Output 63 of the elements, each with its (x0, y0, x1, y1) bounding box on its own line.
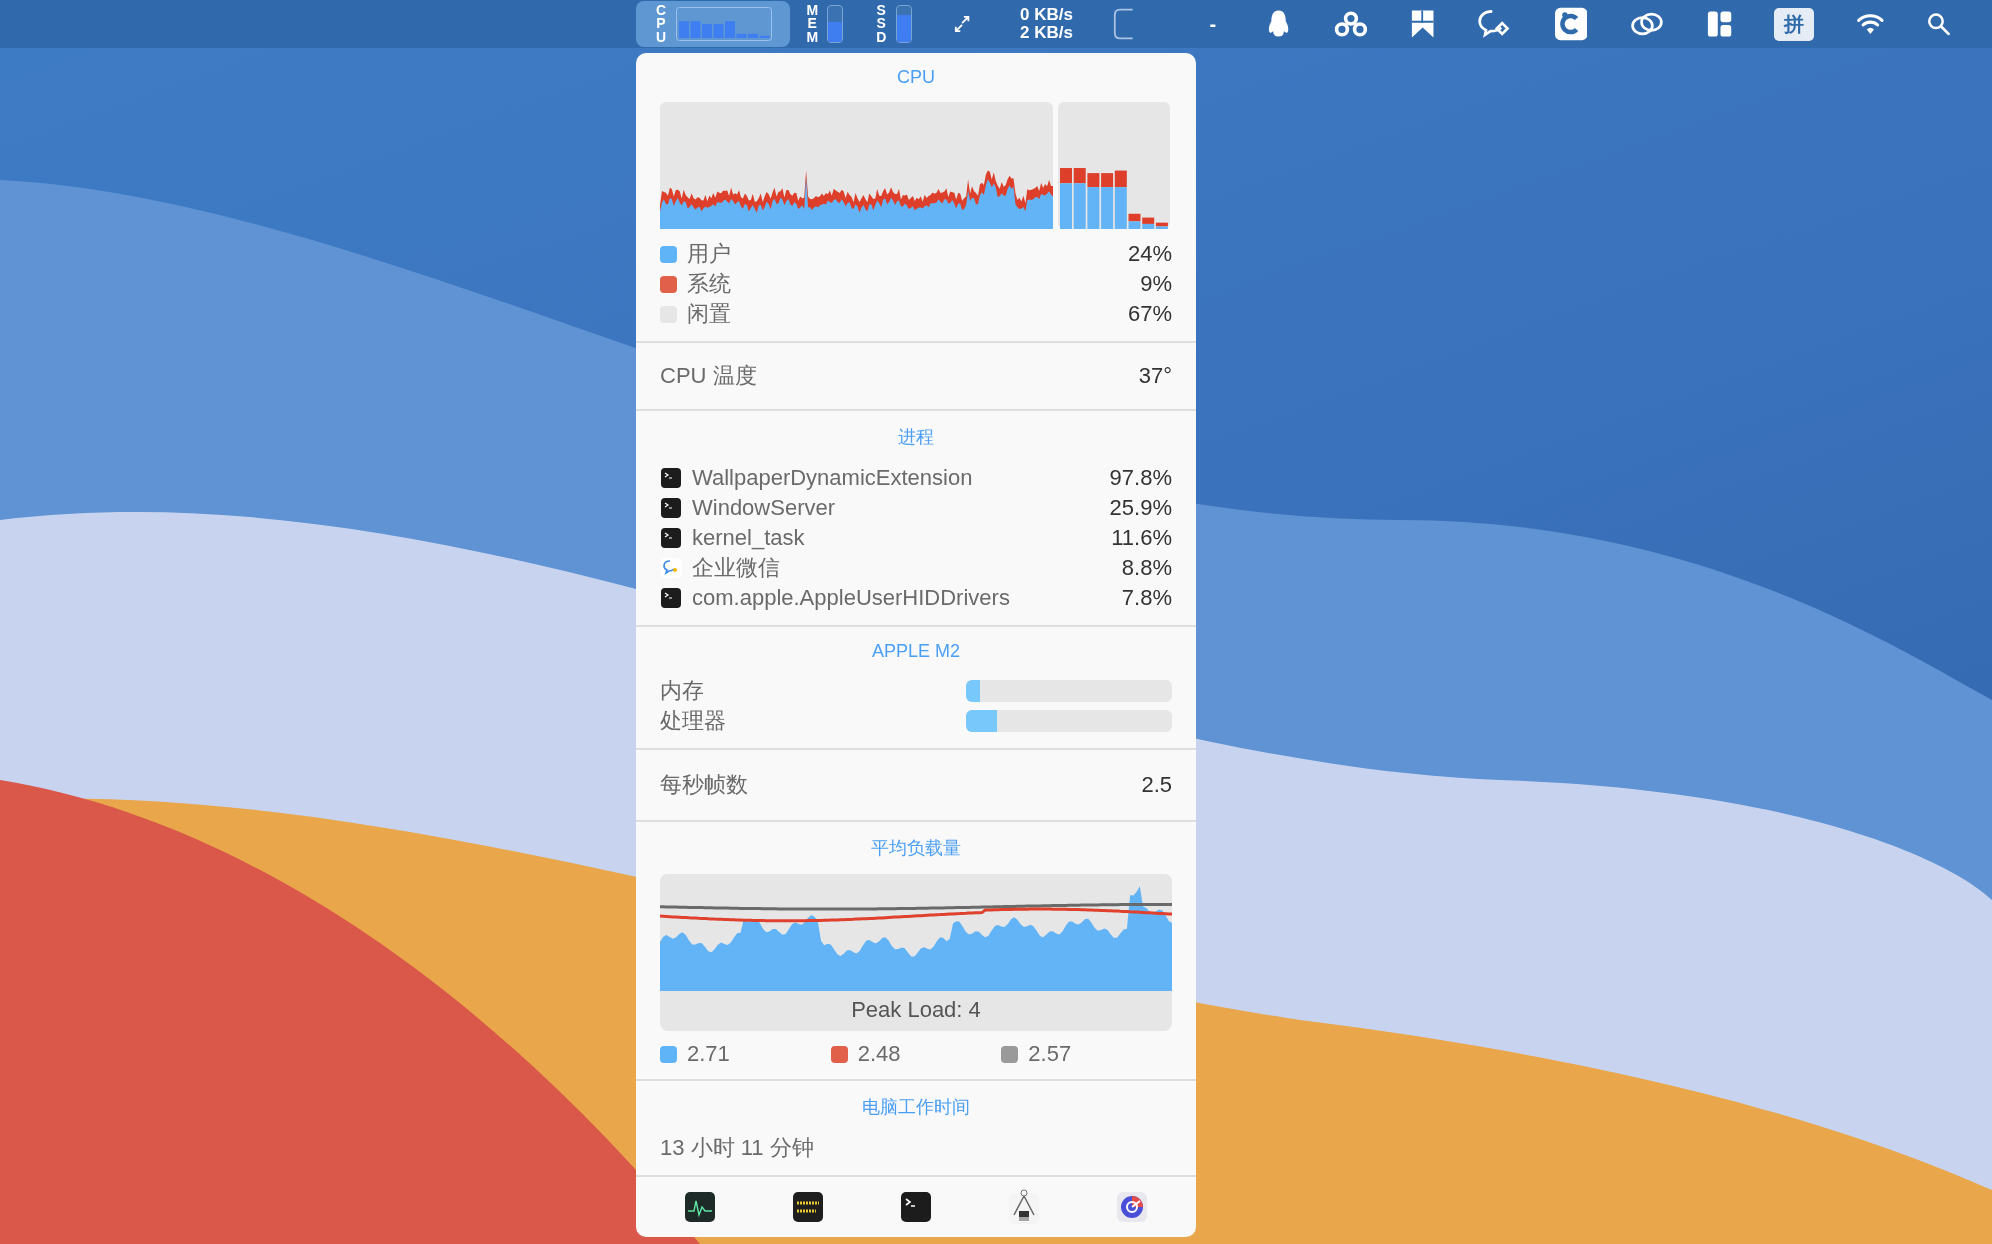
bookmark-icon[interactable] (1411, 8, 1435, 40)
process-usage: 7.8% (1121, 585, 1172, 611)
section-title: CPU (896, 67, 936, 88)
disk-meter (895, 5, 912, 43)
core-usage-bar (1087, 173, 1100, 229)
disk-label: SSD (875, 4, 888, 44)
legend-value: 67% (1127, 301, 1172, 327)
chat-bubble-icon (660, 557, 682, 579)
cpu-menu-widget[interactable]: CPU (636, 1, 790, 47)
core-usage-bar (1060, 168, 1072, 229)
network-arrows-icon (953, 13, 971, 35)
section-title: 平均负载量 (870, 837, 962, 860)
core-usage-bar (1073, 168, 1086, 229)
process-name: WallpaperDynamicExtension (692, 465, 974, 491)
fps-value: 2.5 (1141, 772, 1172, 798)
temperature-value: 37° (1138, 363, 1172, 389)
legend-label: 用户 (687, 240, 732, 268)
legend-value: 24% (1127, 241, 1172, 267)
console-log-icon[interactable] (792, 1191, 824, 1223)
terminal-icon (660, 587, 682, 609)
download-speed: 2 KB/s (1020, 24, 1073, 42)
process-usage: 8.8% (1121, 555, 1172, 581)
terminal-icon[interactable] (900, 1191, 932, 1223)
section-title: APPLE M2 (870, 641, 961, 662)
meter-label: 内存 (660, 677, 705, 705)
core-usage-bar (1101, 173, 1114, 229)
wifi-icon[interactable] (1855, 11, 1885, 37)
process-name: com.apple.AppleUserHIDDrivers (692, 585, 1011, 611)
process-usage: 25.9% (1109, 495, 1172, 521)
process-name: kernel_task (692, 525, 806, 551)
input-method-indicator[interactable]: 拼 (1773, 7, 1814, 41)
legend-label: 闲置 (687, 300, 732, 328)
memory-meter (826, 5, 843, 43)
activity-monitor-icon[interactable] (684, 1191, 716, 1223)
terminal-icon (660, 527, 682, 549)
terminal-icon (660, 467, 682, 489)
menu-dash[interactable]: - (1209, 12, 1217, 36)
temperature-label: CPU 温度 (660, 362, 758, 390)
upload-speed: 0 KB/s (1020, 6, 1073, 24)
process-name: WindowServer (692, 495, 837, 521)
fps-label: 每秒帧数 (660, 771, 749, 799)
process-name: 企业微信 (692, 554, 781, 582)
process-usage: 97.8% (1109, 465, 1172, 491)
uptime-value: 13 小时 11 分钟 (660, 1134, 815, 1162)
gauge-icon[interactable] (1116, 1191, 1148, 1223)
search-icon[interactable] (1926, 11, 1950, 37)
legend-value: 9% (1140, 271, 1172, 297)
terminal-icon (660, 497, 682, 519)
process-usage: 11.6% (1111, 525, 1172, 551)
panels-layout-icon[interactable] (1706, 9, 1732, 39)
section-title: 电脑工作时间 (861, 1096, 971, 1119)
memory-label: MEM (806, 4, 819, 44)
meter-label: 处理器 (660, 707, 727, 735)
section-title: 进程 (897, 426, 935, 449)
legend-label: 系统 (687, 270, 732, 298)
peak-load-label: Peak Load: 4 (850, 996, 982, 1024)
battery-outline-icon[interactable] (1113, 7, 1135, 41)
load-value: 2.71 (687, 1041, 731, 1067)
load-value: 2.48 (857, 1041, 902, 1067)
three-circles-icon[interactable] (1333, 9, 1370, 39)
load-value: 2.57 (1028, 1041, 1073, 1067)
c-logo-app-icon[interactable] (1554, 6, 1587, 42)
cpu-label: CPU (654, 4, 668, 44)
